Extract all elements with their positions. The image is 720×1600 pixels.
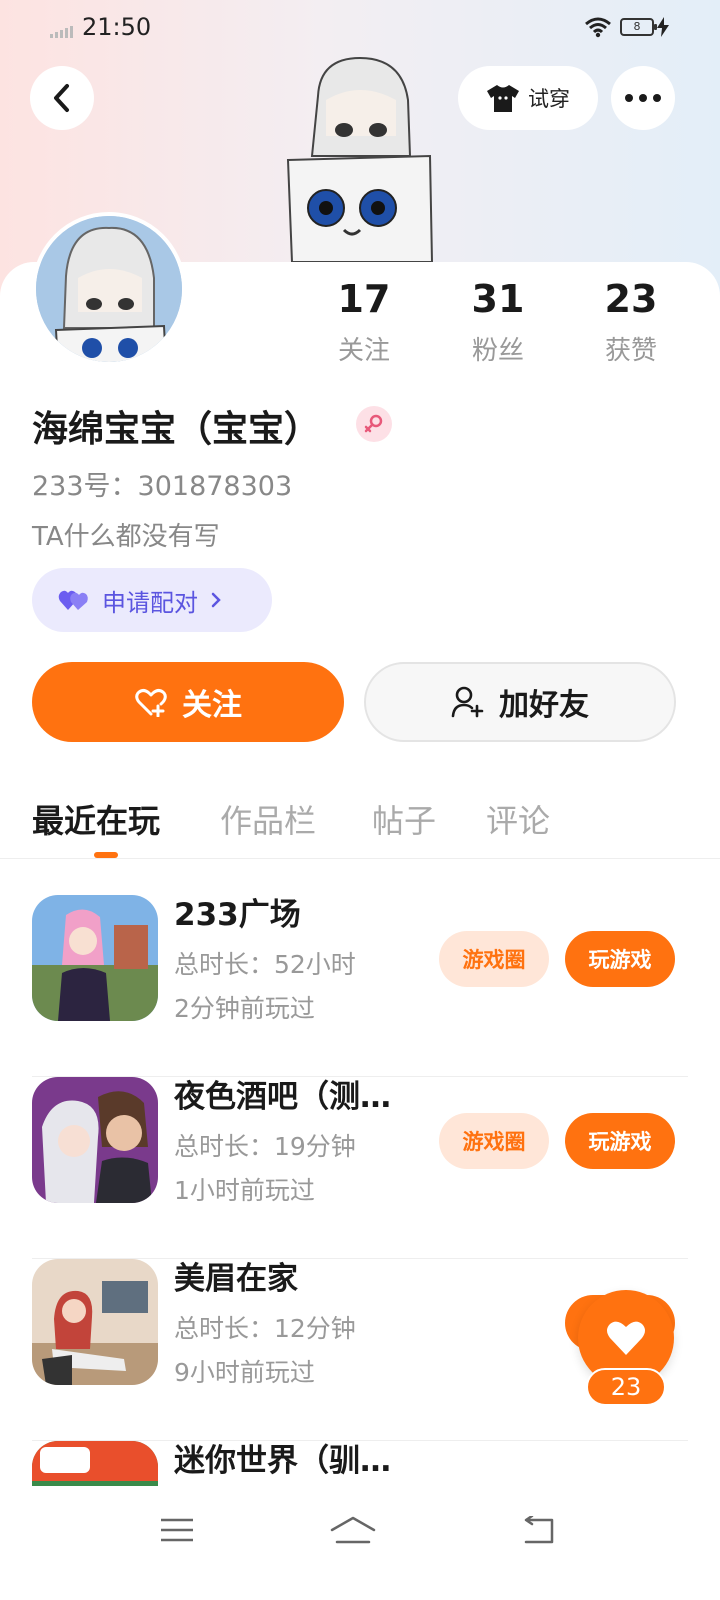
battery-icon: 8 (620, 18, 657, 36)
more-dots-icon (625, 94, 661, 102)
game-name: 233广场 (174, 897, 301, 933)
female-icon (356, 406, 392, 442)
game-circle-button[interactable]: 游戏圈 (439, 931, 549, 987)
game-icon[interactable] (32, 1441, 158, 1486)
stat-label: 粉丝 (471, 336, 524, 366)
tab-recently-played[interactable]: 最近在玩 (32, 796, 160, 842)
try-on-button[interactable]: 试穿 (458, 66, 598, 130)
stat-value: 23 (604, 277, 658, 321)
chevron-left-icon (54, 84, 69, 112)
system-navigation-bar (0, 1486, 720, 1600)
username: 海绵宝宝（宝宝） (32, 409, 321, 450)
add-friend-label: 加好友 (499, 688, 589, 723)
game-duration: 总时长：19分钟 (174, 1132, 356, 1161)
game-name: 夜色酒吧（测… (174, 1079, 391, 1115)
tab-works[interactable]: 作品栏 (220, 796, 316, 842)
home-icon[interactable] (323, 1510, 383, 1550)
game-list-item[interactable]: 迷你世界（驯… (32, 1441, 688, 1486)
more-button[interactable] (611, 66, 675, 130)
stat-label: 获赞 (604, 336, 657, 366)
tshirt-icon (487, 85, 519, 112)
game-last-played: 1小时前玩过 (174, 1176, 315, 1205)
tab-divider (0, 858, 720, 859)
stat-following[interactable]: 17 关注 (309, 276, 419, 367)
play-game-button[interactable]: 玩游戏 (565, 1113, 675, 1169)
game-duration: 总时长：52小时 (174, 950, 356, 979)
follow-button[interactable]: 关注 (32, 662, 344, 742)
stat-fans[interactable]: 31 粉丝 (443, 276, 553, 367)
avatar[interactable] (32, 212, 186, 366)
play-game-button[interactable]: 玩游戏 (565, 931, 675, 987)
tab-comments[interactable]: 评论 (486, 796, 550, 842)
status-time: 21:50 (82, 13, 152, 41)
apply-pair-label: 申请配对 (102, 588, 198, 617)
stat-likes[interactable]: 23 获赞 (576, 276, 686, 367)
tab-posts[interactable]: 帖子 (372, 796, 436, 842)
heart-icon (607, 1321, 645, 1355)
game-list-item[interactable]: 夜色酒吧（测… 总时长：19分钟 1小时前玩过 游戏圈 玩游戏 (32, 1077, 688, 1259)
user-bio: TA什么都没有写 (32, 522, 220, 552)
double-heart-icon (58, 590, 88, 610)
signal-icon (50, 26, 73, 38)
stat-label: 关注 (337, 336, 390, 366)
game-list-item[interactable]: 233广场 总时长：52小时 2分钟前玩过 游戏圈 玩游戏 (32, 895, 688, 1077)
follow-label: 关注 (182, 688, 242, 723)
user-id: 233号：301878303 (32, 471, 293, 502)
person-add-icon (451, 686, 484, 718)
heart-plus-icon (135, 689, 167, 717)
add-friend-button[interactable]: 加好友 (364, 662, 676, 742)
stat-value: 17 (337, 277, 391, 321)
try-on-label: 试穿 (528, 87, 570, 111)
game-name: 美眉在家 (174, 1261, 298, 1297)
wifi-icon (585, 17, 611, 38)
game-name: 迷你世界（驯… (174, 1443, 391, 1479)
game-icon[interactable] (32, 895, 158, 1021)
apply-pair-button[interactable]: 申请配对 (32, 568, 272, 632)
game-circle-button[interactable]: 游戏圈 (439, 1113, 549, 1169)
menu-icon[interactable] (147, 1510, 207, 1550)
status-bar: 21:50 8 (0, 0, 720, 56)
back-arrow-icon[interactable] (508, 1510, 568, 1550)
back-button[interactable] (30, 66, 94, 130)
charging-icon (657, 17, 669, 37)
stat-value: 31 (471, 277, 525, 321)
avatar-image (36, 216, 182, 362)
game-duration: 总时长：12分钟 (174, 1314, 356, 1343)
game-icon[interactable] (32, 1077, 158, 1203)
floating-like-count: 23 (586, 1368, 666, 1406)
game-last-played: 2分钟前玩过 (174, 994, 315, 1023)
game-last-played: 9小时前玩过 (174, 1358, 315, 1387)
game-icon[interactable] (32, 1259, 158, 1385)
avatar-character-illustration (286, 56, 434, 263)
chevron-right-icon (211, 592, 221, 608)
